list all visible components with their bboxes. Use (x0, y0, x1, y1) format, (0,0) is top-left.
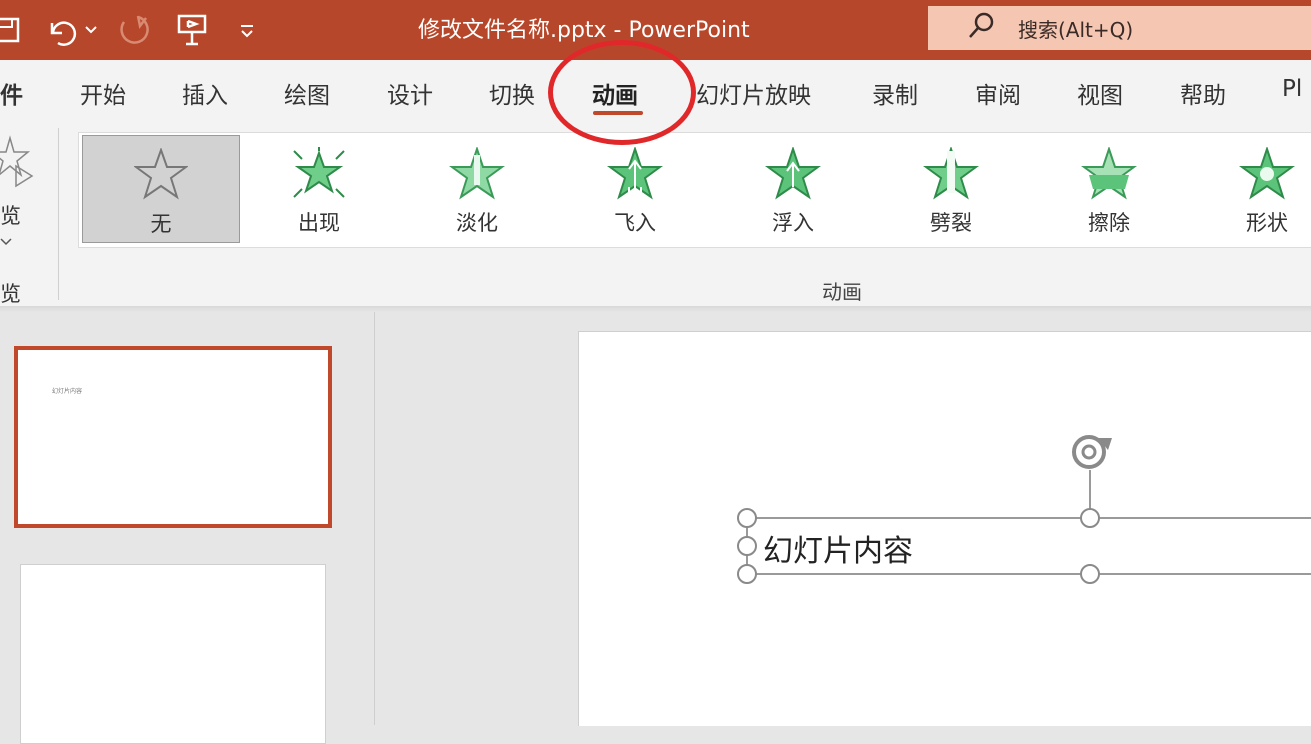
textbox-selection (737, 470, 1311, 584)
slide-title-text[interactable]: 幻灯片内容 (763, 526, 913, 570)
rotate-handle-icon[interactable] (1068, 430, 1114, 476)
